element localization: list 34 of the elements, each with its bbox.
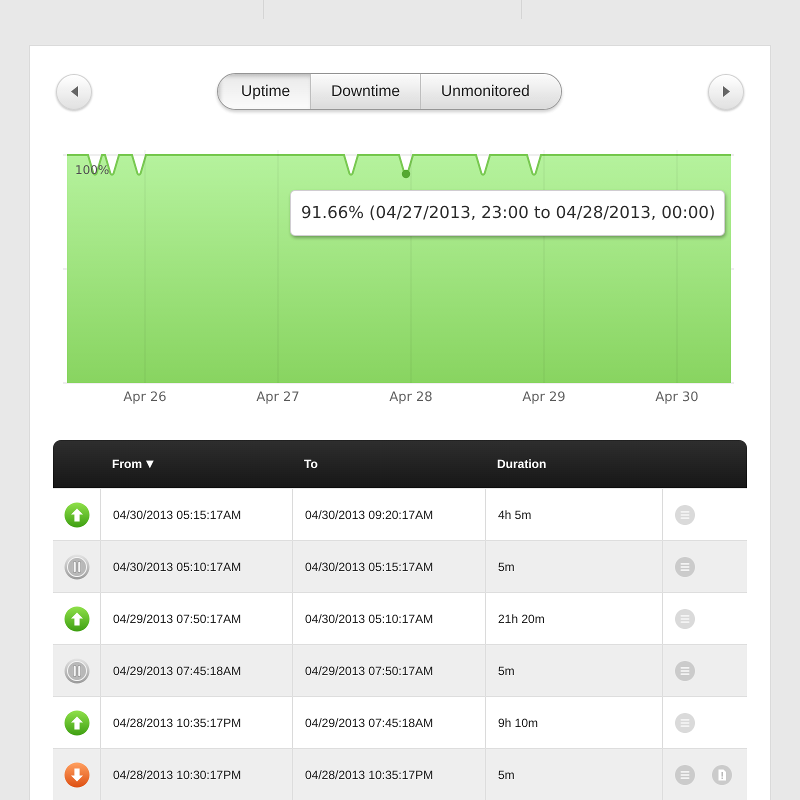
x-axis-label: Apr 27 [256,390,300,405]
chart-tooltip: 91.66% (04/27/2013, 23:00 to 04/28/2013, 00:00) [290,190,726,236]
data-point-icon [402,170,410,178]
sort-indicator[interactable]: ▼ [146,458,154,470]
list-icon[interactable] [675,504,695,524]
list-icon[interactable] [675,764,695,784]
arrow-up-icon [64,606,90,632]
list-icon[interactable] [675,556,695,576]
table-cell: 04/28/2013 10:35:17PM [292,749,485,800]
x-axis-label: Apr 26 [123,390,167,405]
next-button[interactable] [708,74,744,110]
pause-icon [64,658,90,684]
caret-left-icon [70,86,78,97]
caret-right-icon [722,86,730,97]
view-tab[interactable]: Uptime [218,74,312,109]
column-header[interactable]: From [112,457,142,471]
column-header[interactable]: To [304,457,318,471]
x-axis-label: Apr 28 [389,390,433,405]
table-cell: 5m [485,749,662,800]
list-icon[interactable] [675,712,695,732]
view-tab[interactable]: Unmonitored [421,74,561,109]
x-axis-label: Apr 30 [655,390,699,405]
table-cell: 04/28/2013 10:30:17PM [100,749,292,800]
arrow-up-icon [64,710,90,736]
list-icon[interactable] [675,660,695,680]
arrow-down-icon [64,762,90,788]
x-axis-label: Apr 29 [522,390,566,405]
list-icon[interactable] [675,608,695,628]
document-alert-icon[interactable] [712,764,732,784]
arrow-up-icon [64,502,90,528]
pause-icon [64,554,90,580]
previous-button[interactable] [56,74,92,110]
view-tab[interactable]: Downtime [311,74,422,109]
column-header[interactable]: Duration [497,457,546,471]
